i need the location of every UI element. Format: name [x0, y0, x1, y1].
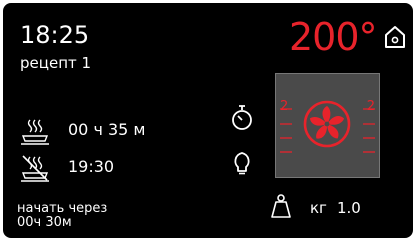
rack-level-left: 2 [280, 99, 289, 114]
timer-button[interactable] [231, 104, 253, 132]
end-time[interactable]: 19:30 [68, 158, 114, 176]
steam-dish-icon [20, 117, 50, 145]
recipe-name[interactable]: рецепт 1 [20, 54, 91, 72]
start-delay-value[interactable]: 00ч 30м [17, 216, 72, 230]
start-delay-label: начать через [17, 201, 108, 216]
home-button[interactable] [384, 25, 406, 49]
bulb-icon [234, 152, 250, 175]
weight-setting[interactable]: кг 1.0 [310, 199, 361, 217]
cook-duration[interactable]: 00 ч 35 м [68, 121, 146, 139]
temperature-setting[interactable]: 200° [289, 17, 378, 57]
weight-icon [271, 194, 291, 218]
crossed-dish-icon [20, 154, 50, 182]
oven-mode-panel[interactable]: 2 2 [275, 73, 380, 178]
weight-value: 1.0 [336, 199, 361, 217]
home-icon [385, 26, 405, 48]
oven-cavity-graphic [280, 100, 375, 153]
clock: 18:25 [20, 21, 90, 49]
oven-display: 18:25 рецепт 1 200° 00 ч 35 м 19:30 нача [3, 3, 413, 238]
weight-button[interactable] [270, 193, 292, 219]
light-button[interactable] [233, 151, 251, 175]
rack-level-right: 2 [366, 99, 375, 114]
convection-fan-icon [303, 100, 351, 148]
stopwatch-icon [232, 105, 252, 130]
weight-unit: кг [310, 199, 327, 217]
